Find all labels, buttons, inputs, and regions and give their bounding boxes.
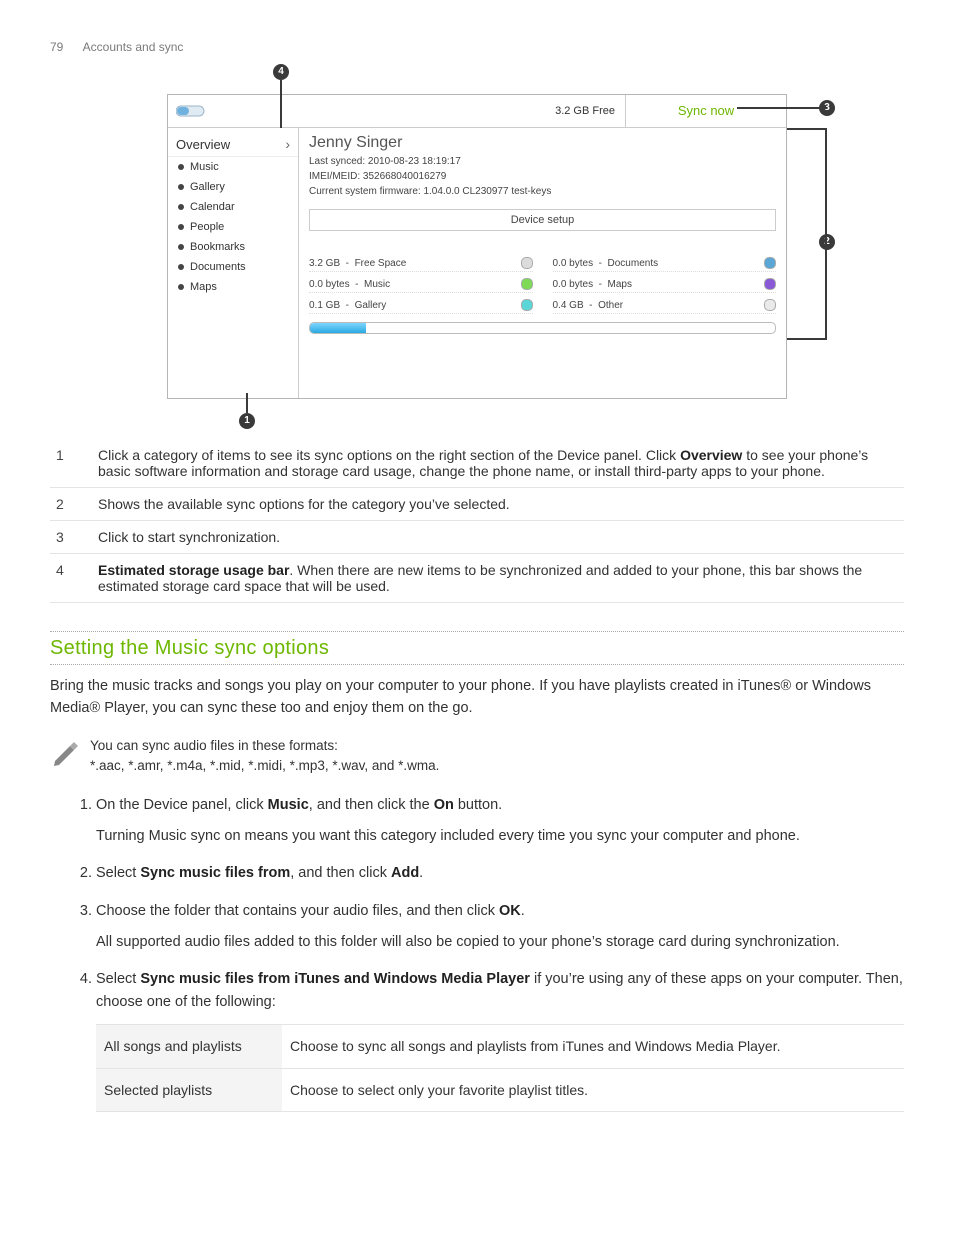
storage-usage-bar <box>309 322 776 334</box>
device-panel-sidebar: Overview › MusicGalleryCalendarPeopleBoo… <box>168 128 299 398</box>
option-label: All songs and playlists <box>96 1025 282 1068</box>
sync-now-button[interactable]: Sync now <box>626 95 786 127</box>
page-header: 79 Accounts and sync <box>50 40 904 54</box>
free-space-label: 3.2 GB Free <box>306 95 626 127</box>
step-4: Select Sync music files from iTunes and … <box>96 968 904 1112</box>
sidebar-item[interactable]: Gallery <box>168 177 298 197</box>
callout-lead <box>246 393 248 413</box>
sidebar-item[interactable]: Maps <box>168 277 298 297</box>
step-2: Select Sync music files from, and then c… <box>96 862 904 885</box>
legend-num: 4 <box>50 554 92 603</box>
callout-lead <box>787 128 827 130</box>
callout-lead <box>825 128 827 338</box>
device-panel-main: Jenny Singer Last synced: 2010-08-23 18:… <box>299 128 786 398</box>
option-row-2: Selected playlists Choose to select only… <box>96 1068 904 1111</box>
callout-2: 2 <box>819 234 835 250</box>
firmware: Current system firmware: 1.04.0.0 CL2309… <box>309 184 776 199</box>
legend-num: 3 <box>50 521 92 554</box>
legend-text: Estimated storage usage bar. When there … <box>92 554 904 603</box>
callout-legend-table: 1 Click a category of items to see its s… <box>50 439 904 603</box>
callout-lead <box>737 107 827 109</box>
option-desc: Choose to select only your favorite play… <box>282 1068 904 1111</box>
sidebar-overview-label: Overview <box>176 137 230 152</box>
storage-row: 3.2 GB - Free Space <box>309 255 533 272</box>
device-panel: 3.2 GB Free Sync now Overview › MusicGal… <box>167 94 787 399</box>
option-label: Selected playlists <box>96 1068 282 1111</box>
connection-toggle[interactable] <box>168 104 306 118</box>
sidebar-item[interactable]: Music <box>168 157 298 177</box>
legend-row-4: 4 Estimated storage usage bar. When ther… <box>50 554 904 603</box>
legend-text: Click to start synchronization. <box>92 521 904 554</box>
section-heading-block: Setting the Music sync options <box>50 631 904 666</box>
legend-text: Click a category of items to see its syn… <box>92 439 904 488</box>
option-row-1: All songs and playlists Choose to sync a… <box>96 1025 904 1068</box>
sidebar-item[interactable]: Documents <box>168 257 298 277</box>
step-1: On the Device panel, click Music, and th… <box>96 794 904 848</box>
imei-meid: IMEI/MEID: 352668040016279 <box>309 169 776 184</box>
legend-row-3: 3 Click to start synchronization. <box>50 521 904 554</box>
legend-text: Shows the available sync options for the… <box>92 488 904 521</box>
device-panel-topbar: 3.2 GB Free Sync now <box>168 95 786 128</box>
sidebar-item[interactable]: Calendar <box>168 197 298 217</box>
storage-row: 0.0 bytes - Music <box>309 276 533 293</box>
callout-1: 1 <box>239 413 255 429</box>
intro-paragraph: Bring the music tracks and songs you pla… <box>50 676 904 720</box>
sidebar-item[interactable]: Bookmarks <box>168 237 298 257</box>
device-setup-button[interactable]: Device setup <box>309 209 776 231</box>
note-line-1: You can sync audio files in these format… <box>90 736 439 756</box>
note-line-2: *.aac, *.amr, *.m4a, *.mid, *.midi, *.mp… <box>90 756 439 776</box>
storage-row: 0.4 GB - Other <box>553 297 777 314</box>
last-synced: Last synced: 2010-08-23 18:19:17 <box>309 154 776 169</box>
step-1-sub: Turning Music sync on means you want thi… <box>96 825 904 848</box>
legend-row-1: 1 Click a category of items to see its s… <box>50 439 904 488</box>
options-table: All songs and playlists Choose to sync a… <box>96 1024 904 1112</box>
callout-lead <box>280 80 282 128</box>
step-3: Choose the folder that contains your aud… <box>96 900 904 954</box>
callout-4: 4 <box>273 64 289 80</box>
storage-row: 0.0 bytes - Maps <box>553 276 777 293</box>
sidebar-item[interactable]: People <box>168 217 298 237</box>
storage-row: 0.1 GB - Gallery <box>309 297 533 314</box>
storage-row: 0.0 bytes - Documents <box>553 255 777 272</box>
page-number: 79 <box>50 40 80 54</box>
step-3-sub: All supported audio files added to this … <box>96 931 904 954</box>
pencil-icon <box>50 736 80 771</box>
callout-lead <box>787 338 827 340</box>
device-name: Jenny Singer <box>309 134 776 152</box>
section-heading: Setting the Music sync options <box>50 633 904 664</box>
section-title: Accounts and sync <box>83 40 184 54</box>
legend-num: 1 <box>50 439 92 488</box>
steps-list: On the Device panel, click Music, and th… <box>96 794 904 1112</box>
storage-grid: 3.2 GB - Free Space 0.0 bytes - Documents… <box>309 255 776 334</box>
legend-row-2: 2 Shows the available sync options for t… <box>50 488 904 521</box>
chevron-right-icon: › <box>285 136 290 152</box>
device-panel-figure: 4 3 2 1 3.2 GB Free Sync now Overview › … <box>167 94 787 399</box>
sidebar-overview[interactable]: Overview › <box>168 132 298 157</box>
option-desc: Choose to sync all songs and playlists f… <box>282 1025 904 1068</box>
legend-num: 2 <box>50 488 92 521</box>
note-box: You can sync audio files in these format… <box>50 736 904 777</box>
